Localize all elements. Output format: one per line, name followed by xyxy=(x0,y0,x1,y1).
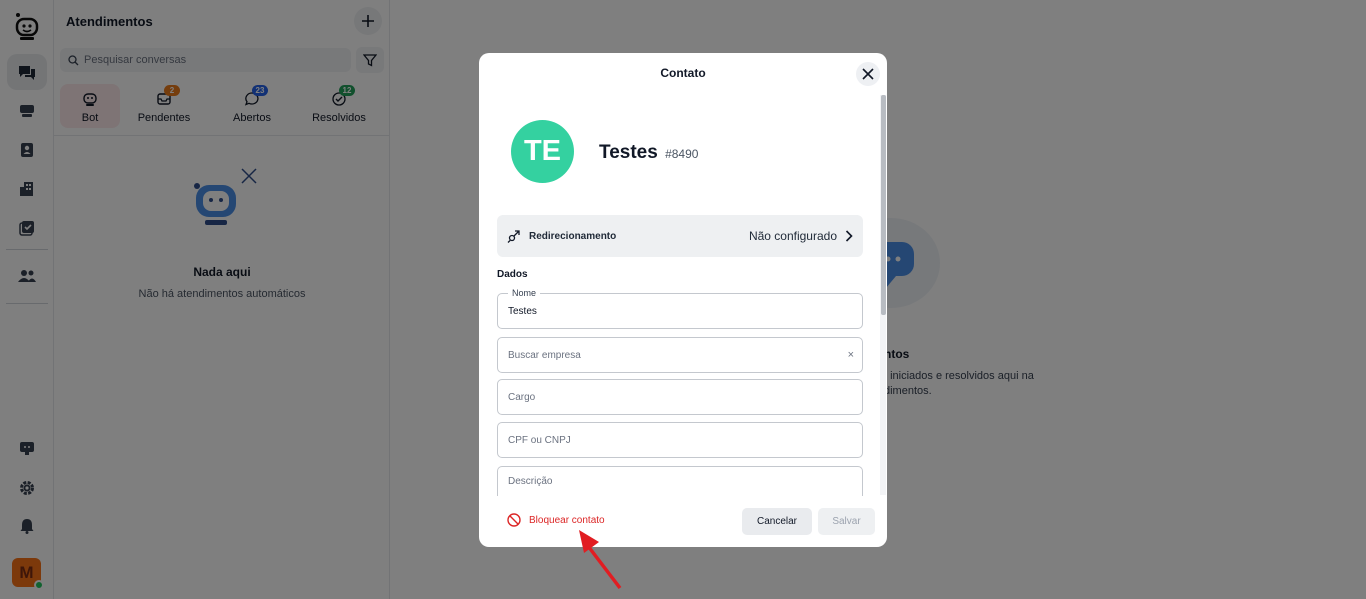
cancel-button[interactable]: Cancelar xyxy=(742,508,812,535)
contact-name-text: Testes xyxy=(599,142,658,163)
close-icon xyxy=(862,68,874,80)
contact-modal: Contato TE Testes #8490 Redirecionamento… xyxy=(479,53,887,547)
block-contact-button[interactable]: Bloquear contato xyxy=(507,513,605,527)
contact-avatar: TE xyxy=(511,120,574,183)
clear-icon[interactable]: × xyxy=(848,349,854,361)
contact-name: Testes #8490 xyxy=(599,142,698,164)
description-field[interactable]: Descrição xyxy=(497,466,863,496)
save-button[interactable]: Salvar xyxy=(818,508,875,535)
data-section-label: Dados xyxy=(497,269,528,280)
name-field-legend: Nome xyxy=(508,288,541,298)
role-placeholder: Cargo xyxy=(508,391,536,403)
description-placeholder: Descrição xyxy=(508,476,553,487)
modal-title: Contato xyxy=(660,66,706,80)
block-icon xyxy=(507,513,521,527)
document-placeholder: CPF ou CNPJ xyxy=(508,434,571,446)
contact-id: #8490 xyxy=(665,147,699,161)
close-button[interactable] xyxy=(856,62,880,86)
redirect-value: Não configurado xyxy=(748,229,837,243)
redirect-row[interactable]: Redirecionamento Não configurado xyxy=(497,215,863,257)
company-search-field[interactable]: Buscar empresa × xyxy=(497,337,863,373)
name-field-value: Testes xyxy=(508,305,537,317)
company-placeholder: Buscar empresa xyxy=(508,349,581,361)
annotation-arrow-icon xyxy=(579,530,622,590)
role-field[interactable]: Cargo xyxy=(497,379,863,415)
document-field[interactable]: CPF ou CNPJ xyxy=(497,422,863,458)
name-field[interactable]: Nome Testes xyxy=(497,288,863,329)
modal-scrollbar-thumb[interactable] xyxy=(881,95,886,315)
chevron-right-icon xyxy=(845,230,853,242)
redirect-label: Redirecionamento xyxy=(529,230,617,242)
block-contact-label: Bloquear contato xyxy=(529,514,605,526)
redirect-icon xyxy=(507,230,520,243)
